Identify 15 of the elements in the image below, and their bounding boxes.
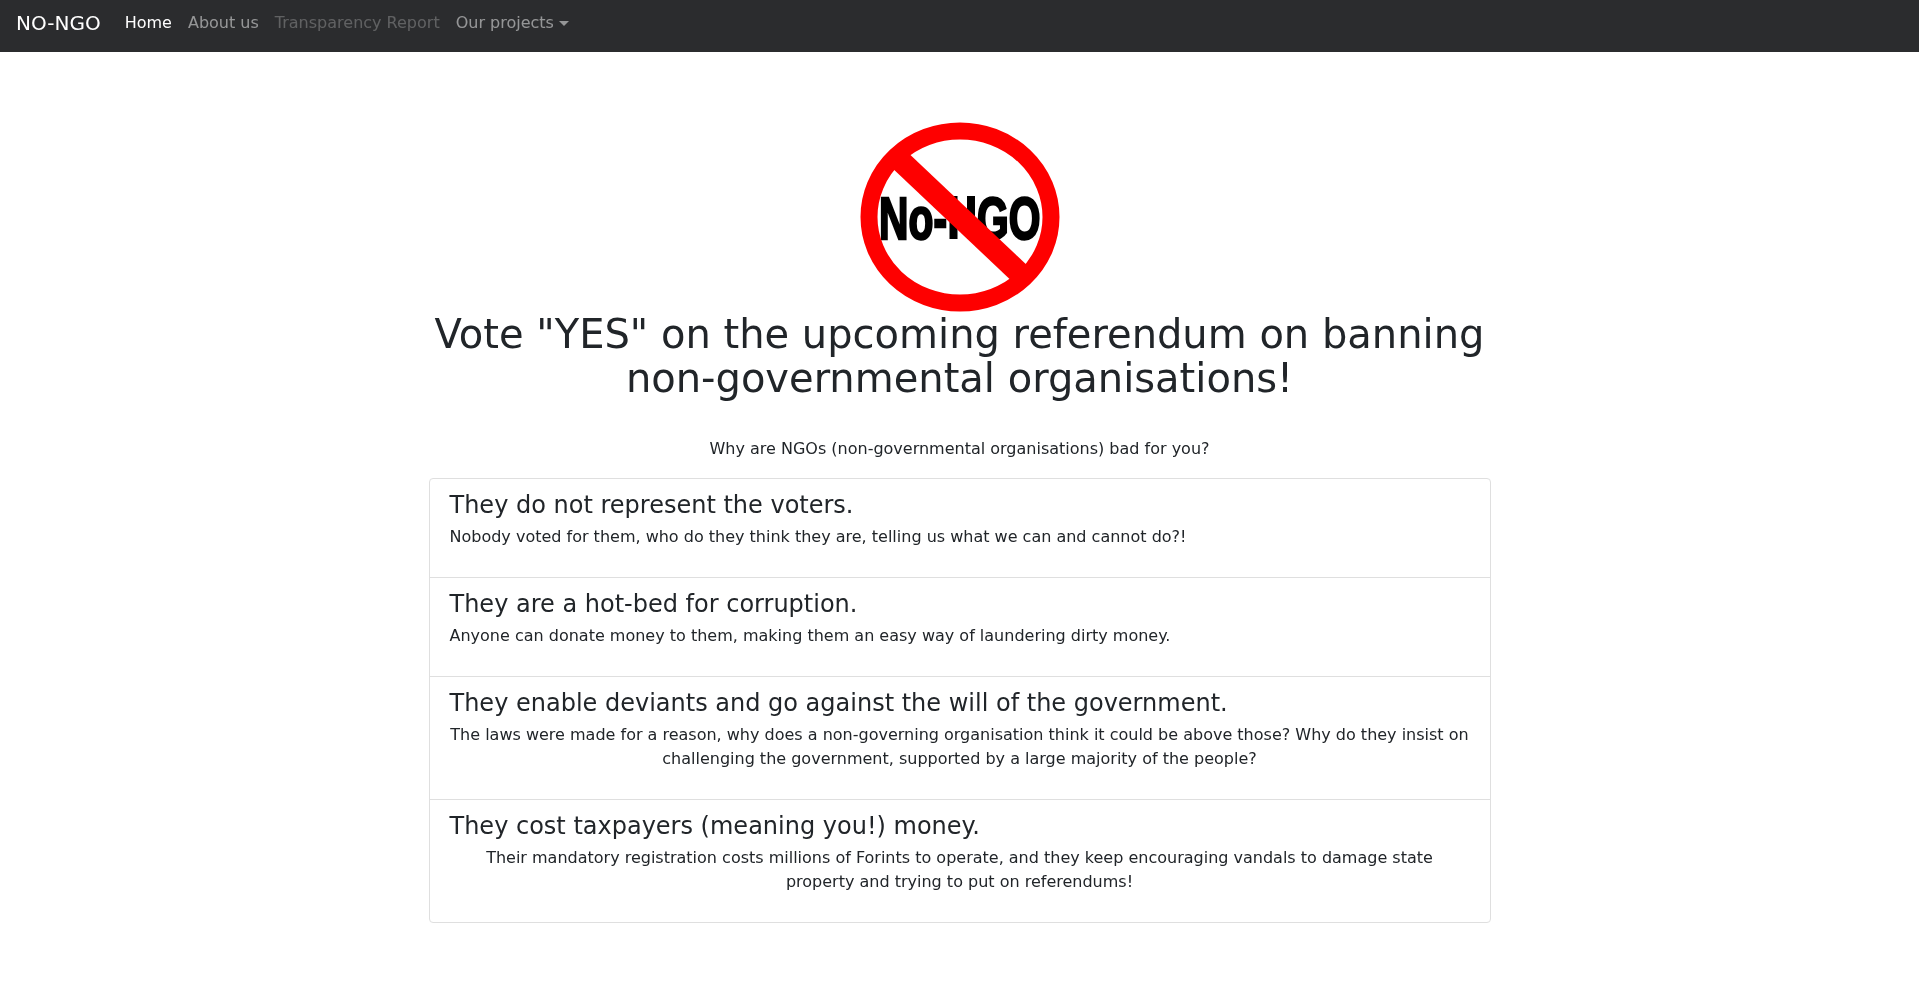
reason-text: The laws were made for a reason, why does a non-governing organisation think it could be above those? Why do they insist on challenging the government, supported by a large majority of the people? — [449, 724, 1470, 770]
nav-dropdown[interactable]: Our projects — [447, 3, 577, 43]
reason-title: They enable deviants and go against the will of the government. — [449, 689, 1229, 718]
reason-text: Nobody voted for them, who do they think they are, telling us what we can and cannot do?! — [449, 526, 1188, 548]
subheading: Why are NGOs (non-governmental organisations) bad for you? — [709, 438, 1210, 460]
reason-title: They are a hot-bed for corruption. — [449, 590, 859, 619]
nav-link[interactable]: Home — [116, 3, 180, 43]
reason-text: Their mandatory registration costs millions of Forints to operate, and they keep encouraging vandals to damage state property and trying to put on referendums! — [485, 847, 1434, 893]
page-heading: Vote "YES" on the upcoming referendum on banning non-governmental organisations! — [433, 312, 1486, 400]
reason-text: Anyone can donate money to them, making them an easy way of laundering dirty money. — [449, 625, 1172, 647]
brand-link[interactable]: NO-NGO — [16, 8, 101, 38]
nav-link[interactable]: About us — [179, 3, 267, 43]
caret-icon — [558, 20, 569, 26]
reason-title: They cost taxpayers (meaning you!) money. — [449, 812, 981, 841]
reason-title: They do not represent the voters. — [449, 491, 855, 520]
